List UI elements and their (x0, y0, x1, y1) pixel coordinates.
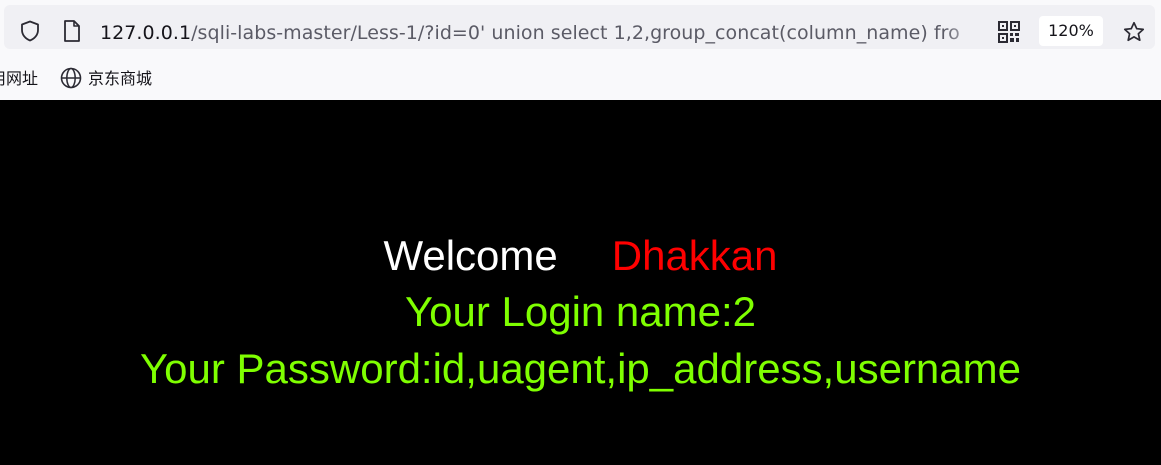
welcome-name: Dhakkan (611, 232, 778, 279)
password-text: Your Password:id,uagent,ip_address,usern… (140, 345, 1021, 392)
globe-icon (60, 67, 82, 89)
bookmark-label: 京东商城 (88, 69, 153, 88)
welcome-message: Welcome Dhakkan (0, 228, 1161, 284)
zoom-level-button[interactable]: 120% (1039, 16, 1103, 46)
qr-code-icon[interactable] (998, 21, 1020, 43)
url-text[interactable]: 127.0.0.1/sqli-labs-master/Less-1/?id=0'… (100, 19, 982, 47)
shield-icon[interactable] (18, 19, 42, 43)
welcome-label: Welcome (383, 232, 558, 279)
bookmark-item[interactable]: 用网址 (0, 66, 38, 92)
login-name-text: Your Login name:2 (404, 288, 757, 335)
browser-toolbar: 127.0.0.1/sqli-labs-master/Less-1/?id=0'… (0, 0, 1161, 100)
star-icon[interactable] (1122, 20, 1146, 44)
bookmark-label: 用网址 (0, 69, 39, 88)
url-fade (944, 15, 984, 49)
page-content: Welcome Dhakkan Your Login name:2 Your Pa… (0, 100, 1161, 465)
page-icon[interactable] (62, 19, 82, 43)
url-host: 127.0.0.1 (100, 22, 192, 44)
url-path: /sqli-labs-master/Less-1/?id=0' union se… (191, 22, 960, 44)
bookmarks-bar: 用网址 京东商城 (0, 58, 1161, 98)
bookmark-item-jd[interactable]: 京东商城 (60, 66, 152, 92)
address-bar[interactable]: 127.0.0.1/sqli-labs-master/Less-1/?id=0'… (4, 5, 1155, 49)
